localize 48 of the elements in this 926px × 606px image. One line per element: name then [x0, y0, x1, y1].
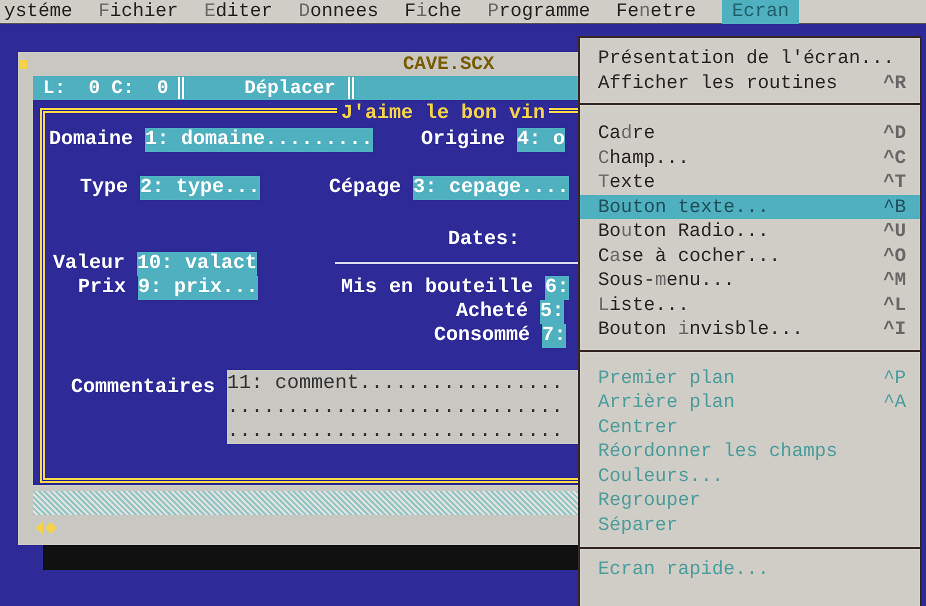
- comment-field[interactable]: 11: comment................. ............................ ............................: [227, 370, 578, 444]
- field-label: Origine: [421, 128, 506, 152]
- field-label: Consommé: [434, 324, 530, 348]
- field-label: Prix: [78, 276, 126, 300]
- close-box-icon[interactable]: [20, 60, 27, 69]
- menu-item[interactable]: Fiche: [404, 0, 462, 24]
- form-field[interactable]: 1: domaine.........: [145, 128, 374, 152]
- field-label: Commentaires: [71, 376, 216, 400]
- form-field[interactable]: 2: type...: [140, 176, 260, 200]
- menu-item[interactable]: Fichier: [98, 0, 178, 24]
- arrows-icon[interactable]: [35, 521, 57, 535]
- field-label: Valeur: [53, 252, 126, 276]
- window-title: CAVE.SCX: [403, 54, 494, 74]
- field-label: Dates:: [448, 228, 520, 252]
- menu-entry[interactable]: Sous-menu... ^M: [580, 268, 920, 292]
- scrollbar[interactable]: [33, 491, 578, 515]
- menu-item[interactable]: Fenetre: [616, 0, 696, 24]
- menu-item[interactable]: ystéme: [4, 0, 72, 24]
- form-field[interactable]: 6:: [545, 276, 570, 300]
- separator-line: [178, 77, 184, 99]
- form-field[interactable]: 3: cepage....: [413, 176, 570, 200]
- menu-entry[interactable]: Champ... ^C: [580, 146, 920, 170]
- mode-label: Déplacer: [244, 78, 336, 98]
- menu-item[interactable]: Ecran: [722, 0, 799, 24]
- form-field[interactable]: 9: prix...: [138, 276, 258, 300]
- field-label: Mis en bouteille: [341, 276, 534, 300]
- cursor-position: L: 0 C: 0: [42, 78, 168, 98]
- menu-entry[interactable]: Case à cocher... ^O: [580, 244, 920, 268]
- separator-line: [348, 77, 354, 99]
- menu-entry[interactable]: Afficher les routines ^R: [580, 70, 920, 95]
- field-label: Type: [80, 176, 128, 200]
- field-label: Acheté: [456, 300, 528, 324]
- menu-item[interactable]: Donnees: [298, 0, 378, 24]
- field-label: Cépage: [329, 176, 402, 200]
- form-field[interactable]: 5:: [540, 300, 564, 324]
- menu-item[interactable]: Editer: [204, 0, 273, 24]
- menu-entry[interactable]: Texte ^T: [580, 170, 920, 194]
- field-label: Domaine: [49, 128, 134, 152]
- menu-entry[interactable]: Bouton texte... ^B: [580, 194, 920, 219]
- menu-entry[interactable]: Cadre ^D: [580, 121, 920, 146]
- form-field[interactable]: 4: o: [517, 128, 566, 152]
- menu-entry[interactable]: Bouton Radio... ^U: [580, 219, 920, 244]
- menu-entry[interactable]: Bouton invisble... ^I: [580, 317, 920, 342]
- menu-item[interactable]: Programme: [488, 0, 590, 24]
- form-field[interactable]: 10: valact: [137, 252, 258, 276]
- menu-entry[interactable]: Présentation de l'écran...: [580, 46, 920, 70]
- form-field[interactable]: 7:: [542, 324, 566, 348]
- menu-entry[interactable]: Liste... ^L: [580, 292, 920, 317]
